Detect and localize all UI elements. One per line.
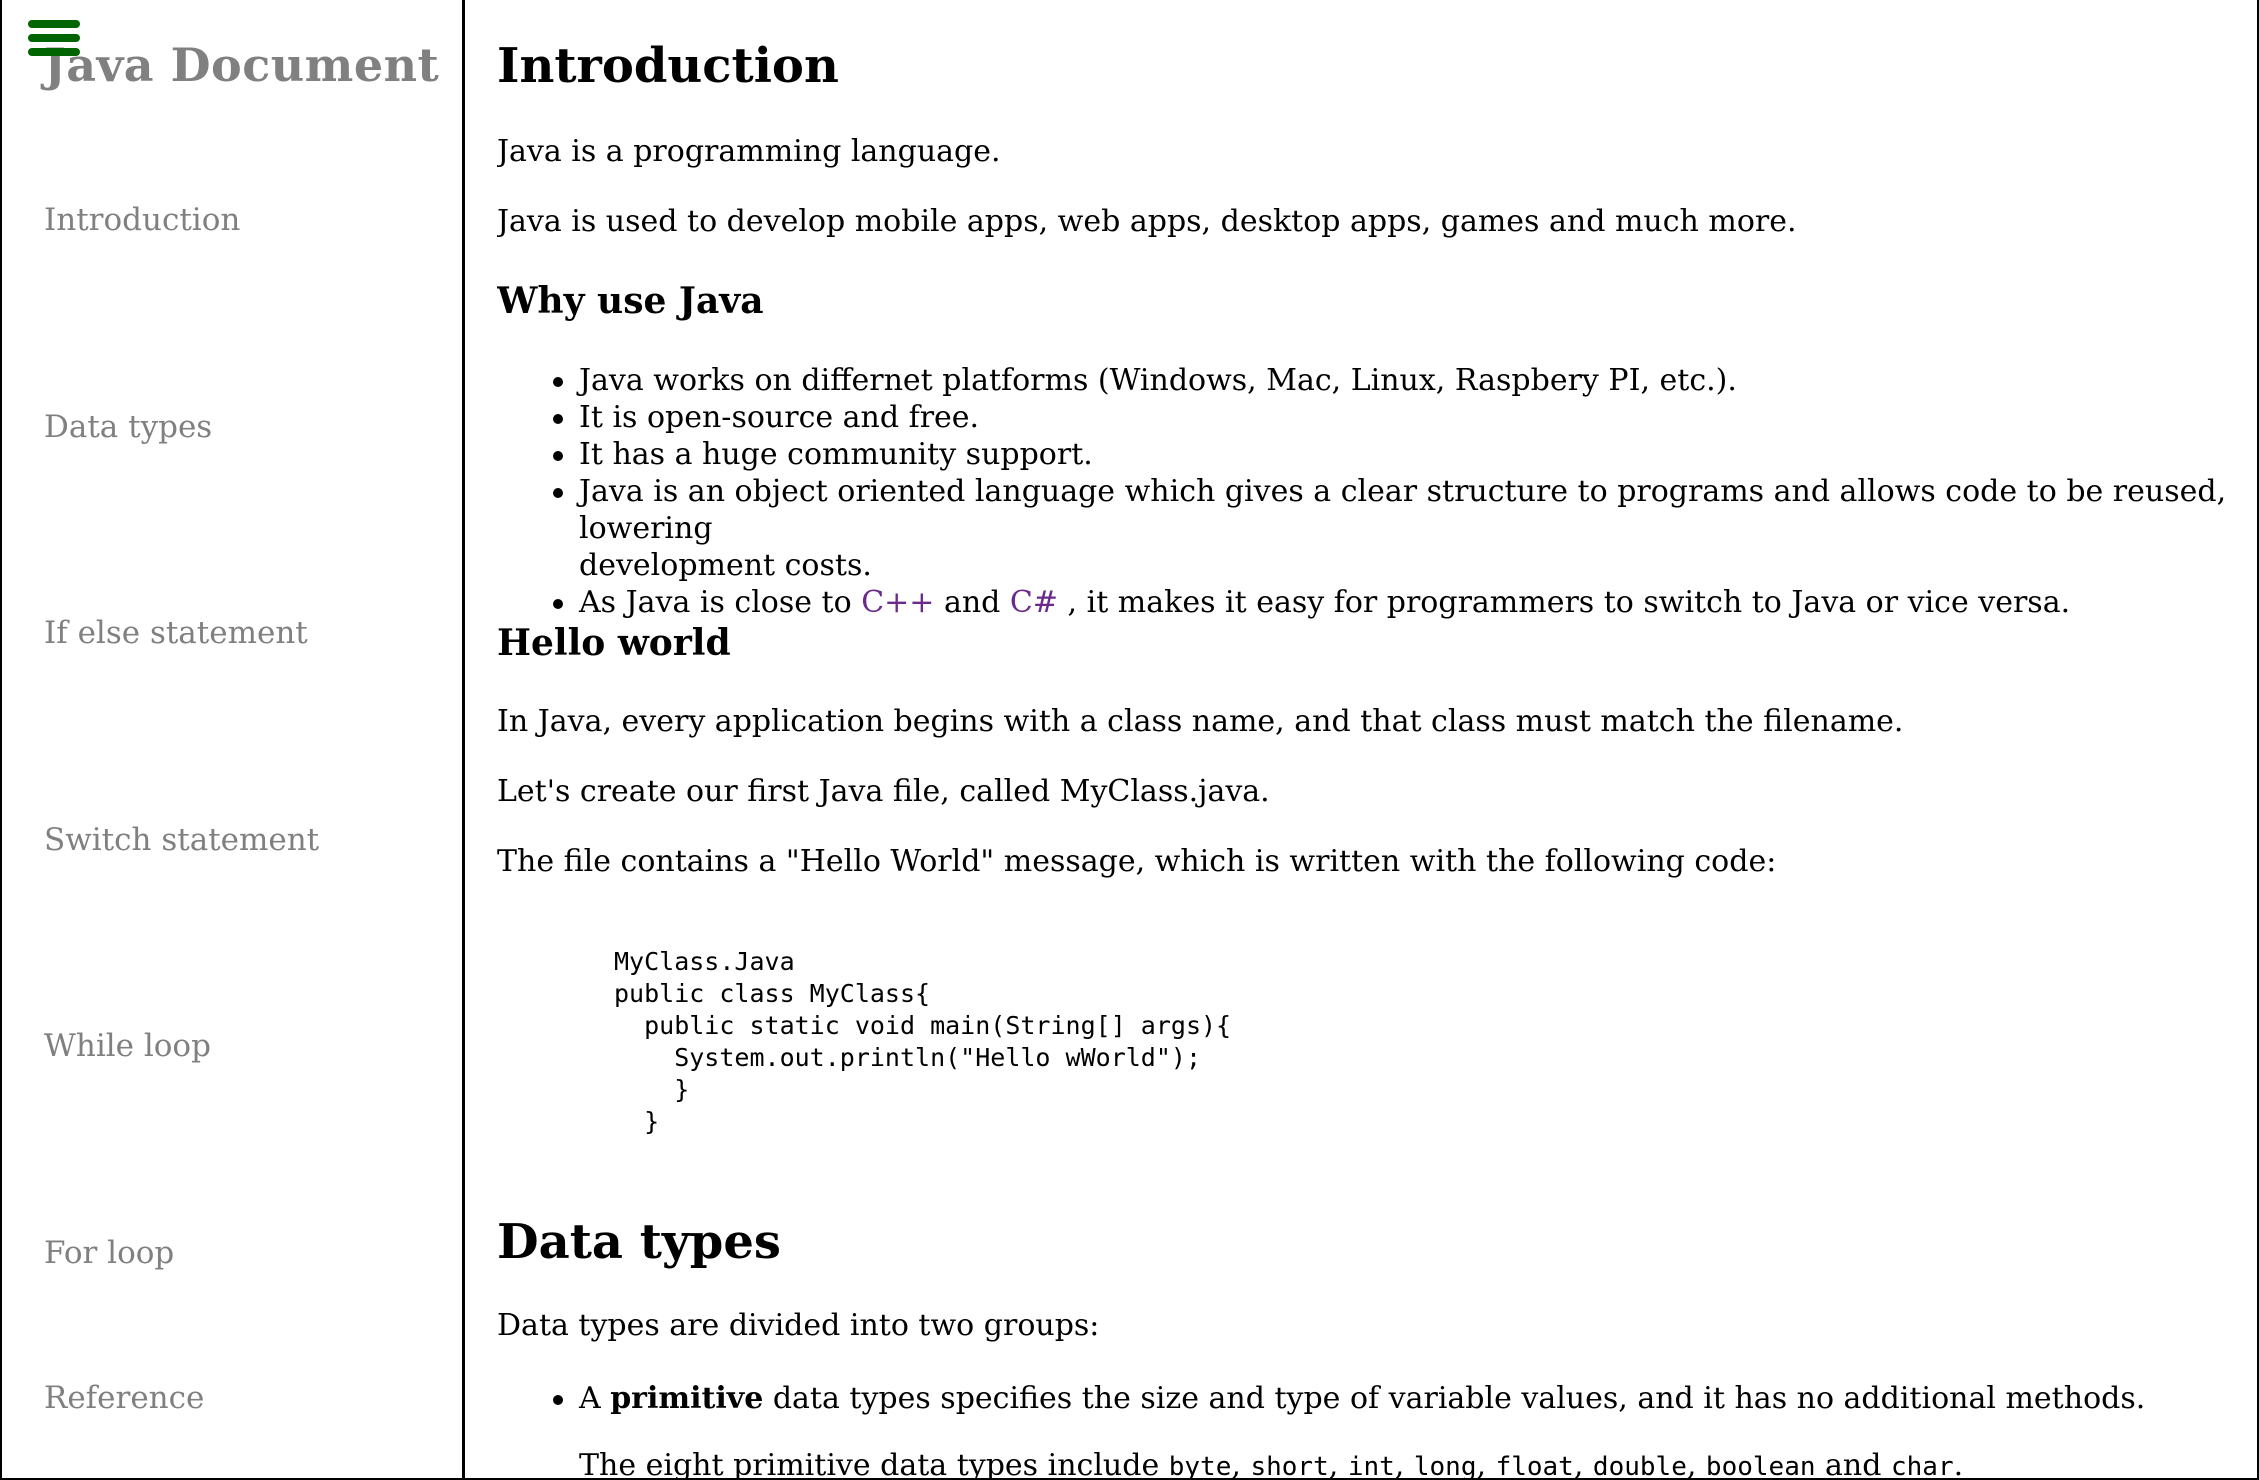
list-item: A primitive data types specifies the siz… [553, 1380, 2253, 1417]
heading-introduction: Introduction [497, 38, 839, 94]
intro-paragraph-1: Java is a programming language. [497, 134, 1001, 169]
hello-paragraph-2: Let's create our first Java file, called… [497, 774, 1270, 809]
page: Java Document Introduction Data types If… [0, 0, 2259, 1480]
why-java-list: Java works on differnet platforms (Windo… [553, 362, 2253, 621]
primitive-types-paragraph: The eight primitive data types include b… [579, 1448, 1964, 1480]
sidebar-nav: Java Document Introduction Data types If… [0, 0, 465, 1480]
csharp-link[interactable]: C# [1010, 585, 1058, 620]
list-item: It has a huge community support. [553, 436, 2253, 473]
sidebar-item-reference[interactable]: Reference [44, 1380, 204, 1416]
sidebar-item-switch[interactable]: Switch statement [44, 822, 319, 858]
sidebar-title: Java Document [44, 38, 440, 92]
hello-paragraph-3: The file contains a "Hello World" messag… [497, 844, 1777, 879]
list-item: As Java is close to C++ and C# , it make… [553, 584, 2253, 621]
cpp-link[interactable]: C++ [861, 585, 934, 620]
list-item: Java is an object oriented language whic… [553, 473, 2253, 584]
code-block-hello-world: MyClass.Java public class MyClass{ publi… [614, 947, 1232, 1136]
sidebar-item-introduction[interactable]: Introduction [44, 202, 240, 238]
sidebar-item-if-else[interactable]: If else statement [44, 615, 308, 651]
list-item: It is open-source and free. [553, 399, 2253, 436]
heading-hello-world: Hello world [497, 622, 731, 664]
datatypes-paragraph-1: Data types are divided into two groups: [497, 1308, 1100, 1343]
list-item: Java works on differnet platforms (Windo… [553, 362, 2253, 399]
heading-data-types: Data types [497, 1214, 781, 1270]
sidebar-item-for-loop[interactable]: For loop [44, 1235, 174, 1271]
sidebar-item-while-loop[interactable]: While loop [44, 1028, 211, 1064]
intro-paragraph-2: Java is used to develop mobile apps, web… [497, 204, 1797, 239]
datatypes-list: A primitive data types specifies the siz… [553, 1380, 2253, 1417]
hello-paragraph-1: In Java, every application begins with a… [497, 704, 1904, 739]
main-content: Introduction Java is a programming langu… [497, 0, 2259, 1480]
sidebar-item-data-types[interactable]: Data types [44, 409, 212, 445]
heading-why-use-java: Why use Java [497, 280, 764, 322]
hamburger-menu-icon[interactable] [28, 20, 84, 64]
